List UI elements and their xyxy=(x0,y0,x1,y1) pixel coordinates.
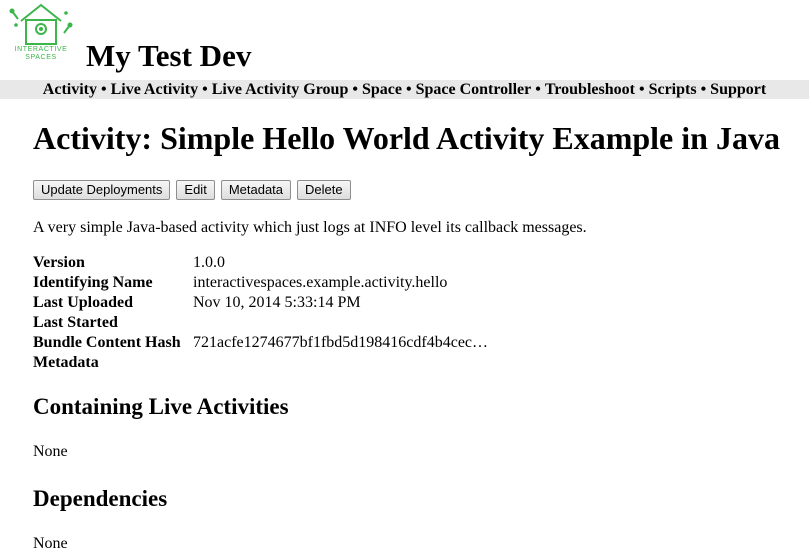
metadata-button[interactable]: Metadata xyxy=(220,180,292,200)
page-title: Activity: Simple Hello World Activity Ex… xyxy=(33,120,780,156)
property-value: interactivespaces.example.activity.hello xyxy=(193,274,448,291)
nav-separator: • xyxy=(202,81,208,98)
live-activities-value: None xyxy=(33,443,68,460)
nav-live-activity-group[interactable]: Live Activity Group xyxy=(212,81,349,98)
property-row-last-uploaded: Last Uploaded Nov 10, 2014 5:33:14 PM xyxy=(33,293,803,313)
property-value: 721acfe1274677bf1fbd5d198416cdf4b4cec… xyxy=(193,334,489,351)
property-row-metadata: Metadata xyxy=(33,353,803,373)
nav-live-activity[interactable]: Live Activity xyxy=(111,81,199,98)
nav-activity[interactable]: Activity xyxy=(43,81,97,98)
property-row-version: Version 1.0.0 xyxy=(33,253,803,273)
property-label: Bundle Content Hash xyxy=(33,334,181,351)
app-title: My Test Dev xyxy=(86,38,252,73)
nav-scripts[interactable]: Scripts xyxy=(649,81,697,98)
dependencies-value: None xyxy=(33,535,68,552)
activity-description: A very simple Java-based activity which … xyxy=(33,219,587,236)
dependencies-heading: Dependencies xyxy=(33,486,168,511)
main-nav: Activity • Live Activity • Live Activity Gro… xyxy=(0,80,809,99)
nav-separator: • xyxy=(535,81,541,98)
action-buttons: Update Deployments Edit Metadata Delete xyxy=(33,180,803,202)
main-content: Activity: Simple Hello World Activity Ex… xyxy=(33,118,803,554)
property-label: Identifying Name xyxy=(33,274,153,291)
nav-separator: • xyxy=(700,81,707,98)
nav-space-controller[interactable]: Space Controller xyxy=(416,81,532,98)
property-value: 1.0.0 xyxy=(193,254,225,271)
live-activities-heading: Containing Live Activities xyxy=(33,394,289,419)
nav-troubleshoot[interactable]: Troubleshoot xyxy=(545,81,635,98)
logo-text-line2: SPACES xyxy=(25,54,57,61)
property-label: Last Started xyxy=(33,314,118,331)
nav-separator: • xyxy=(405,81,412,98)
property-label: Last Uploaded xyxy=(33,294,134,311)
update-deployments-button[interactable]: Update Deployments xyxy=(33,180,171,200)
property-label: Metadata xyxy=(33,354,99,371)
nav-support[interactable]: Support xyxy=(710,81,766,98)
interactive-spaces-logo: INTERACTIVE SPACES xyxy=(8,3,73,65)
nav-separator: • xyxy=(638,81,645,98)
activity-properties: Version 1.0.0 Identifying Name interacti… xyxy=(33,253,803,373)
logo-text-line1: INTERACTIVE xyxy=(14,46,68,53)
house-gear-icon xyxy=(9,3,73,45)
property-row-identifying-name: Identifying Name interactivespaces.examp… xyxy=(33,273,803,293)
delete-button[interactable]: Delete xyxy=(297,180,351,200)
property-label: Version xyxy=(33,254,85,271)
edit-button[interactable]: Edit xyxy=(176,180,215,200)
property-value: Nov 10, 2014 5:33:14 PM xyxy=(193,294,361,311)
nav-separator: • xyxy=(100,81,107,98)
nav-space[interactable]: Space xyxy=(362,81,402,98)
property-row-bundle-content-hash: Bundle Content Hash 721acfe1274677bf1fbd… xyxy=(33,333,803,353)
property-row-last-started: Last Started xyxy=(33,313,803,333)
nav-separator: • xyxy=(352,81,358,98)
